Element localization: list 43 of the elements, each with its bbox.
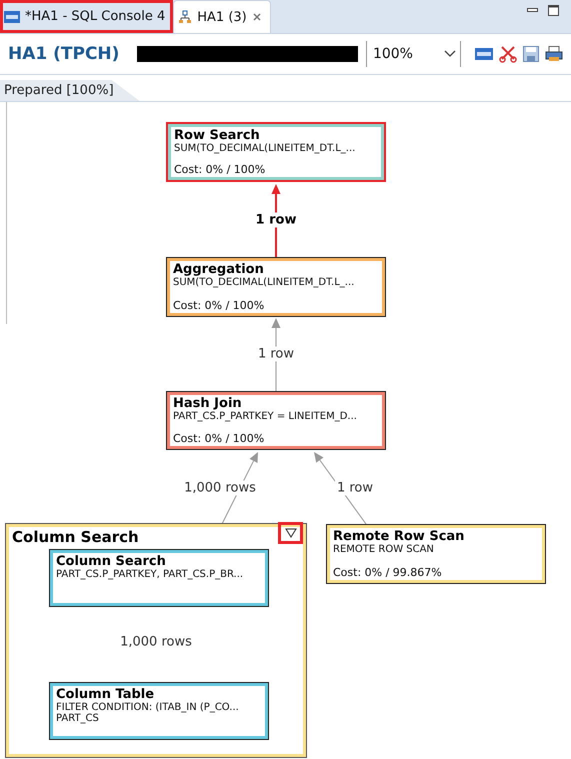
node-title: Column Table xyxy=(56,687,156,702)
operator-node[interactable]: Aggregation SUM(TO_DECIMAL(LINEITEM_DT.L_... Cost: 0% / 100% xyxy=(166,257,386,317)
node-detail: PART_CS xyxy=(56,713,100,724)
node-detail: SUM(TO_DECIMAL(LINEITEM_DT.L_... xyxy=(173,277,356,288)
node-detail: SUM(TO_DECIMAL(LINEITEM_DT.L_... xyxy=(174,143,356,154)
zoom-dropdown[interactable]: 100% xyxy=(366,41,461,67)
node-cost: Cost: 0% / 100% xyxy=(173,299,266,312)
hierarchy-icon xyxy=(178,10,192,24)
maximize-icon[interactable] xyxy=(548,5,559,16)
node-detail: PART_CS.P_PARTKEY = LINEITEM_D... xyxy=(173,411,358,422)
operator-node[interactable]: Column Search PART_CS.P_PARTKEY, PART_CS.P_BR... xyxy=(49,549,269,607)
node-detail: PART_CS.P_PARTKEY, PART_CS.P_BR... xyxy=(56,569,244,580)
node-title: Remote Row Scan xyxy=(333,529,466,544)
group-title: Column Search xyxy=(12,528,139,546)
node-cost: Cost: 0% / 100% xyxy=(173,432,266,445)
operator-node[interactable]: Remote Row Scan REMOTE ROW SCAN Cost: 0% / 99.867% xyxy=(326,524,546,584)
editor-tab[interactable]: HA1 (3) xyxy=(173,0,271,33)
chevron-down-icon xyxy=(444,50,456,58)
row-count-label: 1 row xyxy=(334,480,376,496)
print-icon[interactable] xyxy=(545,46,563,62)
operator-node[interactable]: Hash Join PART_CS.P_PARTKEY = LINEITEM_D... Cost: 0% / 100% xyxy=(166,391,386,450)
node-title: Hash Join xyxy=(173,396,243,411)
row-count-label: 1 row xyxy=(254,212,298,228)
editor-tab[interactable]: *HA1 - SQL Console 4 xyxy=(0,0,174,33)
triangle-icon xyxy=(284,528,296,538)
plan-title: HA1 (TPCH) xyxy=(8,44,120,64)
collapse-button[interactable] xyxy=(278,522,303,544)
scissors-icon[interactable] xyxy=(499,45,517,63)
sql-icon[interactable] xyxy=(475,48,493,60)
sql-icon xyxy=(4,10,20,22)
node-detail: FILTER CONDITION: (ITAB_IN (P_CO... xyxy=(56,702,240,713)
operator-node[interactable]: Column Table FILTER CONDITION: (ITAB_IN (P_CO... PART_CS xyxy=(49,682,269,740)
node-cost: Cost: 0% / 99.867% xyxy=(333,566,443,579)
operator-node[interactable]: Row Search SUM(TO_DECIMAL(LINEITEM_DT.L_... Cost: 0% / 100% xyxy=(166,122,386,182)
results-tab[interactable]: Prepared [100%] xyxy=(0,80,140,101)
node-cost: Cost: 0% / 100% xyxy=(174,163,266,176)
node-detail: REMOTE ROW SCAN xyxy=(333,544,435,555)
minimize-icon[interactable] xyxy=(527,8,538,13)
save-icon[interactable] xyxy=(523,46,539,62)
node-title: Row Search xyxy=(174,128,261,143)
node-title: Aggregation xyxy=(173,262,265,277)
node-title: Column Search xyxy=(56,554,167,569)
close-icon[interactable] xyxy=(252,12,262,22)
